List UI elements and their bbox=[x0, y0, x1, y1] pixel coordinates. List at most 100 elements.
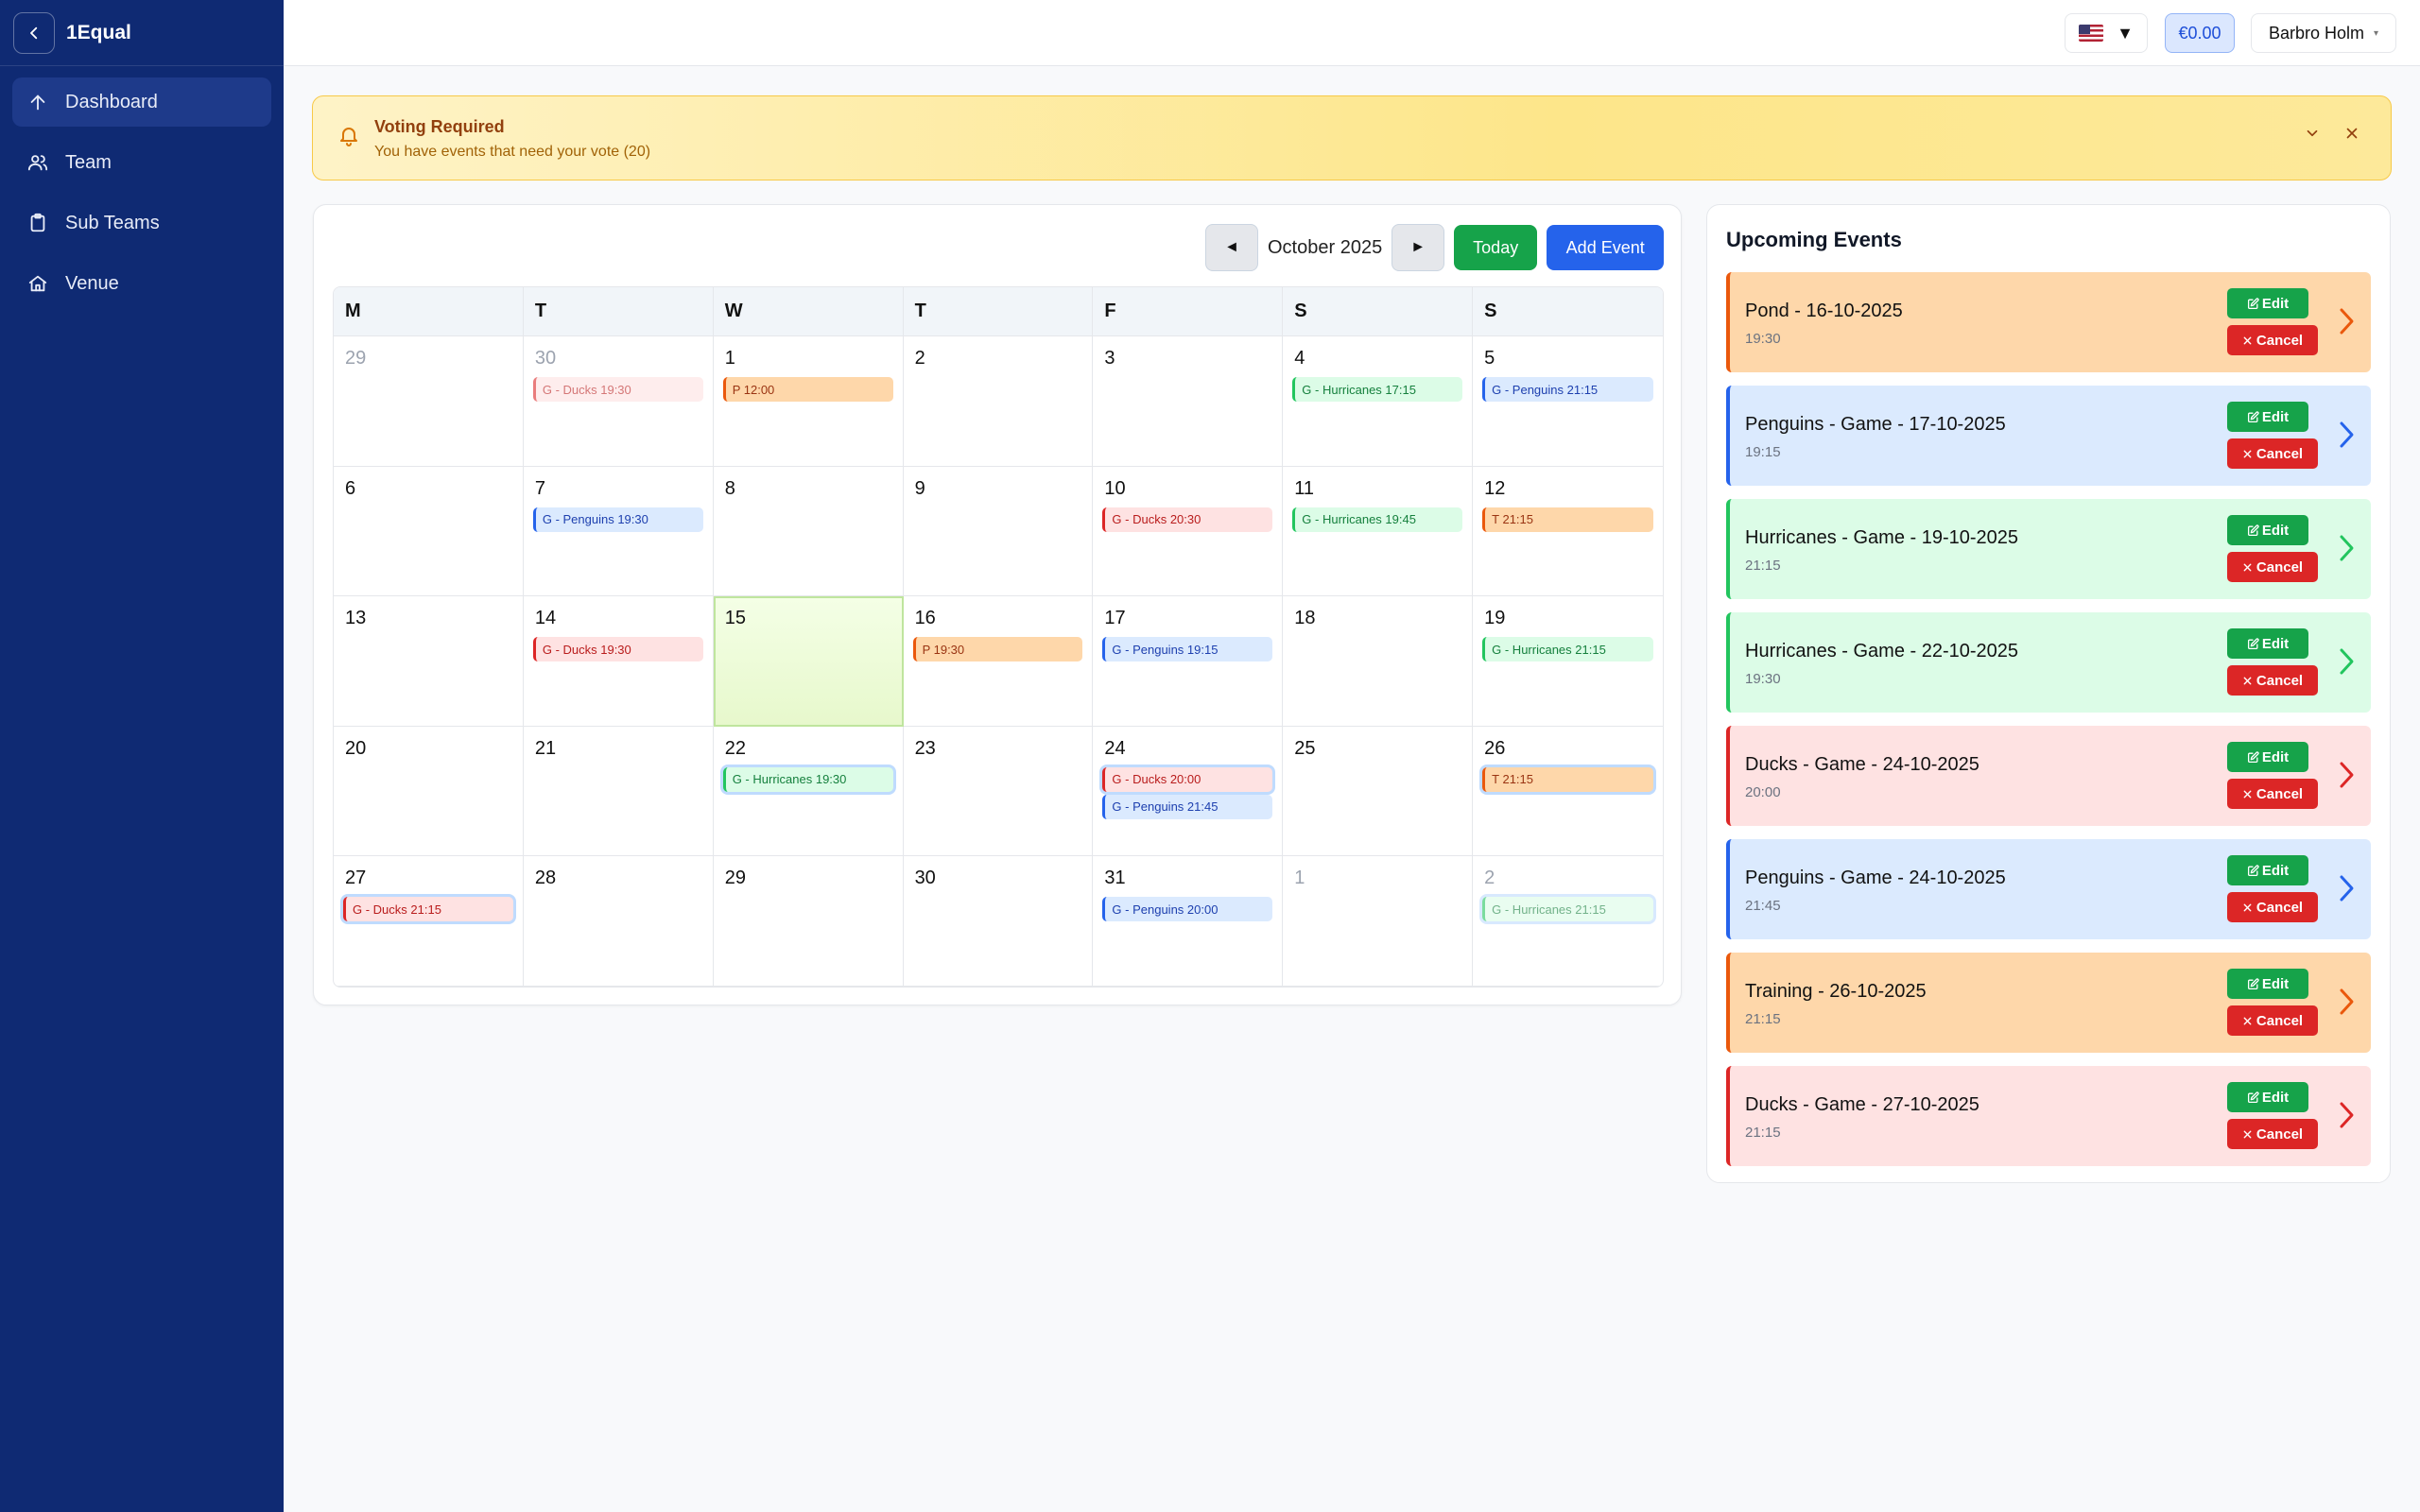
edit-button[interactable]: Edit bbox=[2227, 628, 2308, 659]
calendar-day[interactable]: 29 bbox=[334, 336, 524, 467]
chevron-right-icon[interactable] bbox=[2337, 420, 2356, 450]
calendar-day[interactable]: 4 G - Hurricanes 17:15 bbox=[1283, 336, 1474, 467]
calendar-event[interactable]: G - Penguins 19:30 bbox=[532, 507, 703, 532]
calendar-event[interactable]: G - Ducks 21:15 bbox=[343, 897, 513, 922]
edit-button[interactable]: Edit bbox=[2227, 1082, 2308, 1112]
upcoming-event[interactable]: Pond - 16-10-2025 19:30 Edit Cancel bbox=[1726, 272, 2371, 372]
sidebar-item-team[interactable]: Team bbox=[12, 138, 271, 187]
calendar-day[interactable]: 16 P 19:30 bbox=[903, 596, 1094, 727]
balance-button[interactable]: €0.00 bbox=[2165, 13, 2235, 53]
upcoming-event[interactable]: Hurricanes - Game - 22-10-2025 19:30 Edit C… bbox=[1726, 612, 2371, 713]
calendar-day[interactable]: 15 bbox=[713, 596, 904, 727]
cancel-button[interactable]: Cancel bbox=[2227, 1005, 2318, 1036]
calendar-day[interactable]: 20 bbox=[334, 726, 524, 857]
calendar-day[interactable]: 1 bbox=[1283, 856, 1474, 987]
upcoming-event[interactable]: Training - 26-10-2025 21:15 Edit Cancel bbox=[1726, 953, 2371, 1053]
cancel-button[interactable]: Cancel bbox=[2227, 325, 2318, 355]
calendar-day[interactable]: 2 G - Hurricanes 21:15 bbox=[1473, 856, 1663, 987]
cancel-button[interactable]: Cancel bbox=[2227, 665, 2318, 696]
calendar-event[interactable]: G - Hurricanes 19:30 bbox=[722, 766, 893, 792]
calendar-day[interactable]: 11 G - Hurricanes 19:45 bbox=[1283, 466, 1474, 597]
calendar-day[interactable]: 14 G - Ducks 19:30 bbox=[523, 596, 714, 727]
prev-month-button[interactable]: ◄ bbox=[1205, 224, 1258, 271]
calendar-event[interactable]: G - Penguins 20:00 bbox=[1102, 897, 1273, 922]
chevron-right-icon[interactable] bbox=[2337, 873, 2356, 903]
calendar-day[interactable]: 10 G - Ducks 20:30 bbox=[1093, 466, 1284, 597]
calendar-day[interactable]: 21 bbox=[523, 726, 714, 857]
language-select[interactable]: ▼ bbox=[2065, 13, 2148, 53]
calendar-event[interactable]: G - Ducks 20:00 bbox=[1102, 766, 1273, 792]
calendar-day[interactable]: 9 bbox=[903, 466, 1094, 597]
sidebar-item-venue[interactable]: Venue bbox=[12, 259, 271, 308]
calendar-event[interactable]: P 12:00 bbox=[722, 377, 893, 402]
upcoming-event[interactable]: Penguins - Game - 17-10-2025 19:15 Edit Can… bbox=[1726, 386, 2371, 486]
calendar-day[interactable]: 28 bbox=[523, 856, 714, 987]
chevron-right-icon[interactable] bbox=[2337, 646, 2356, 677]
calendar-event[interactable]: G - Hurricanes 17:15 bbox=[1292, 377, 1463, 402]
user-menu-button[interactable]: Barbro Holm ▾ bbox=[2251, 13, 2396, 53]
calendar-event[interactable]: G - Penguins 21:15 bbox=[1482, 377, 1653, 402]
cancel-button[interactable]: Cancel bbox=[2227, 552, 2318, 582]
calendar-day[interactable]: 30 bbox=[903, 856, 1094, 987]
calendar-event[interactable]: G - Hurricanes 21:15 bbox=[1482, 637, 1653, 662]
calendar-event[interactable]: T 21:15 bbox=[1482, 507, 1653, 532]
calendar-day[interactable]: 29 bbox=[713, 856, 904, 987]
calendar-event[interactable]: G - Ducks 19:30 bbox=[532, 377, 703, 402]
upcoming-event[interactable]: Hurricanes - Game - 19-10-2025 21:15 Edit C… bbox=[1726, 499, 2371, 599]
calendar-day[interactable]: 24 G - Ducks 20:00 G - Penguins 21:45 bbox=[1093, 726, 1284, 857]
calendar-event[interactable]: G - Hurricanes 19:45 bbox=[1292, 507, 1463, 532]
chevron-right-icon[interactable] bbox=[2337, 1100, 2356, 1130]
upcoming-event[interactable]: Penguins - Game - 24-10-2025 21:45 Edit Can… bbox=[1726, 839, 2371, 939]
calendar-day[interactable]: 31 G - Penguins 20:00 bbox=[1093, 856, 1284, 987]
cancel-button[interactable]: Cancel bbox=[2227, 1119, 2318, 1149]
calendar-day[interactable]: 25 bbox=[1283, 726, 1474, 857]
chevron-right-icon[interactable] bbox=[2337, 306, 2356, 336]
calendar-day[interactable]: 5 G - Penguins 21:15 bbox=[1473, 336, 1663, 467]
calendar-day[interactable]: 7 G - Penguins 19:30 bbox=[523, 466, 714, 597]
close-icon[interactable] bbox=[2343, 125, 2360, 142]
edit-button[interactable]: Edit bbox=[2227, 855, 2308, 885]
calendar-day[interactable]: 19 G - Hurricanes 21:15 bbox=[1473, 596, 1663, 727]
calendar-day[interactable]: 17 G - Penguins 19:15 bbox=[1093, 596, 1284, 727]
calendar-event[interactable]: T 21:15 bbox=[1482, 766, 1653, 792]
calendar-day[interactable]: 26 T 21:15 bbox=[1473, 727, 1663, 857]
cancel-button[interactable]: Cancel bbox=[2227, 438, 2318, 469]
upcoming-event[interactable]: Ducks - Game - 27-10-2025 21:15 Edit Cancel bbox=[1726, 1066, 2371, 1166]
calendar-event[interactable]: G - Penguins 21:45 bbox=[1102, 794, 1273, 819]
calendar-day[interactable]: 18 bbox=[1283, 596, 1474, 727]
calendar-day[interactable]: 27 G - Ducks 21:15 bbox=[334, 856, 524, 987]
calendar-day[interactable]: 22 G - Hurricanes 19:30 bbox=[713, 726, 904, 857]
calendar-day[interactable]: 30 G - Ducks 19:30 bbox=[523, 336, 714, 467]
add-event-button[interactable]: Add Event bbox=[1547, 225, 1665, 270]
cancel-button[interactable]: Cancel bbox=[2227, 892, 2318, 922]
calendar-day[interactable]: 13 bbox=[334, 596, 524, 727]
calendar-day[interactable]: 3 bbox=[1093, 336, 1284, 467]
calendar-day[interactable]: 2 bbox=[903, 336, 1094, 467]
chevron-right-icon[interactable] bbox=[2337, 533, 2356, 563]
chevron-right-icon[interactable] bbox=[2337, 987, 2356, 1017]
calendar-event[interactable]: G - Ducks 20:30 bbox=[1102, 507, 1273, 532]
today-button[interactable]: Today bbox=[1454, 225, 1538, 270]
edit-button[interactable]: Edit bbox=[2227, 515, 2308, 545]
calendar-event[interactable]: G - Ducks 19:30 bbox=[532, 637, 703, 662]
sidebar-item-dashboard[interactable]: Dashboard bbox=[12, 77, 271, 127]
calendar-event[interactable]: G - Hurricanes 21:15 bbox=[1482, 897, 1653, 922]
edit-button[interactable]: Edit bbox=[2227, 969, 2308, 999]
chevron-down-icon[interactable] bbox=[2304, 125, 2321, 142]
collapse-sidebar-button[interactable] bbox=[13, 11, 55, 54]
calendar-day[interactable]: 23 bbox=[903, 726, 1094, 857]
calendar-day[interactable]: 12 T 21:15 bbox=[1473, 467, 1663, 597]
calendar-day[interactable]: 6 bbox=[334, 466, 524, 597]
edit-button[interactable]: Edit bbox=[2227, 402, 2308, 432]
next-month-button[interactable]: ► bbox=[1392, 224, 1445, 271]
calendar-day[interactable]: 8 bbox=[713, 466, 904, 597]
edit-button[interactable]: Edit bbox=[2227, 288, 2308, 318]
calendar-event[interactable]: G - Penguins 19:15 bbox=[1102, 637, 1273, 662]
calendar-day[interactable]: 1 P 12:00 bbox=[713, 336, 904, 467]
chevron-right-icon[interactable] bbox=[2337, 760, 2356, 790]
edit-button[interactable]: Edit bbox=[2227, 742, 2308, 772]
calendar-event[interactable]: P 19:30 bbox=[912, 637, 1083, 662]
upcoming-event[interactable]: Ducks - Game - 24-10-2025 20:00 Edit Cancel bbox=[1726, 726, 2371, 826]
cancel-button[interactable]: Cancel bbox=[2227, 779, 2318, 809]
sidebar-item-sub-teams[interactable]: Sub Teams bbox=[12, 198, 271, 248]
